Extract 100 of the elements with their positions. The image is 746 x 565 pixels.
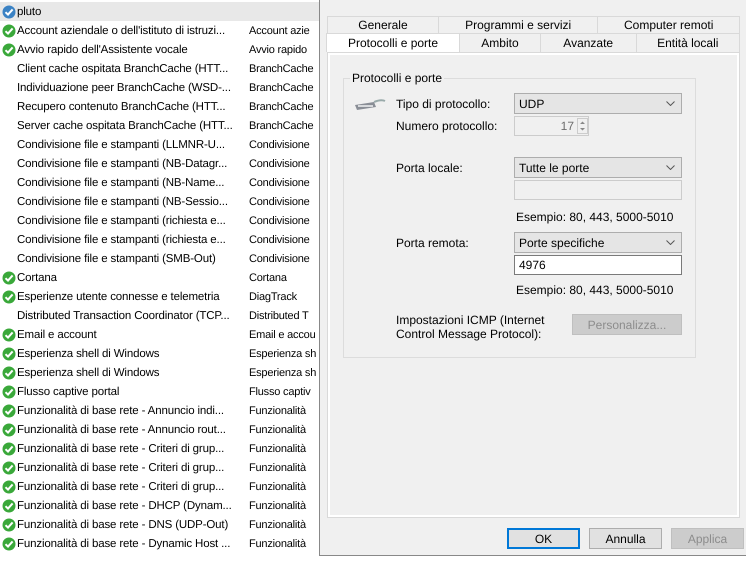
tab[interactable]: Entità locali: [636, 33, 740, 52]
rule-group: Condivisione: [249, 158, 310, 170]
rule-row[interactable]: Funzionalità di base rete - DNS (UDP-Out) Funzionalità: [0, 515, 320, 534]
network-cable-icon: [354, 96, 386, 110]
rule-row[interactable]: Funzionalità di base rete - Annuncio indi... Funzionalità: [0, 401, 320, 420]
rule-group: Condivisione: [249, 252, 310, 264]
rule-group: Condivisione: [249, 138, 310, 150]
field-label: Tipo di protocollo:: [396, 96, 492, 110]
rule-row[interactable]: Funzionalità di base rete - Annuncio rout... Funzionalità: [0, 420, 320, 439]
tab[interactable]: Computer remoti: [597, 16, 740, 33]
rule-name: Funzionalità di base rete - Annuncio rout...: [17, 424, 227, 436]
rule-name: Funzionalità di base rete - DHCP (Dynam...: [17, 500, 233, 512]
rule-group: Distributed T: [249, 310, 309, 322]
rule-row[interactable]: Funzionalità di base rete - Criteri di grup... Funzionalità: [0, 439, 320, 458]
rule-name: Esperienza shell di Windows: [17, 366, 160, 378]
rule-name: Funzionalità di base rete - Criteri di grup...: [17, 462, 226, 474]
rule-row[interactable]: Avvio rapido dell'Assistente vocale Avvio rapido: [0, 40, 320, 59]
rule-group: Avvio rapido: [249, 44, 307, 56]
rule-name: Individuazione peer BranchCache (WSD-...: [17, 82, 232, 94]
dialog-button[interactable]: OK: [507, 528, 580, 549]
rule-name: Funzionalità di base rete - Dynamic Host ...: [17, 538, 232, 550]
field-label: Porta locale:: [396, 160, 464, 174]
remote-port-field[interactable]: 4976: [514, 255, 682, 275]
rule-group: Esperienza sh: [249, 366, 316, 378]
rule-name: Cortana: [17, 272, 58, 284]
rule-group: Funzionalità: [249, 480, 306, 492]
group-title: Protocolli e porte: [351, 71, 444, 85]
rule-group: Flusso captiv: [249, 386, 311, 398]
port-hint: Esempio: 80, 443, 5000-5010: [515, 210, 674, 224]
rule-name: Condivisione file e stampanti (LLMNR-U...: [17, 138, 226, 150]
rule-group: Funzionalità: [249, 462, 306, 474]
rule-row[interactable]: Server cache ospitata BranchCache (HTT... BranchCache: [0, 116, 320, 135]
rule-row[interactable]: Account aziendale o dell'istituto di istruzi... Account azie: [0, 21, 320, 40]
rule-name: Avvio rapido dell'Assistente vocale: [17, 44, 189, 56]
remote-port-dropdown[interactable]: Porte specifiche: [514, 232, 682, 253]
field-label: Numero protocollo:: [396, 119, 498, 133]
rule-row[interactable]: Email e account Email e accou: [0, 325, 320, 344]
tab[interactable]: Protocolli e porte: [326, 33, 460, 52]
rule-row[interactable]: Distributed Transaction Coordinator (TCP... Distributed T: [0, 306, 320, 325]
rule-group: Condivisione: [249, 234, 310, 246]
rule-name: Funzionalità di base rete - Criteri di grup...: [17, 442, 226, 454]
port-hint: Esempio: 80, 443, 5000-5010: [515, 283, 674, 297]
rule-row[interactable]: Esperienze utente connesse e telemetria DiagTrack: [0, 287, 320, 306]
rule-name: Funzionalità di base rete - Annuncio indi...: [17, 404, 225, 416]
rule-group: Funzionalità: [249, 424, 306, 436]
field-label: Porta remota:: [396, 236, 470, 250]
rule-row[interactable]: Flusso captive portal Flusso captiv: [0, 382, 320, 401]
rule-group: Account azie: [249, 24, 310, 36]
rule-name: Condivisione file e stampanti (NB-Name...: [17, 176, 226, 188]
rule-name: Account aziendale o dell'istituto di istruzi...: [17, 24, 226, 36]
rule-row[interactable]: Recupero contenuto BranchCache (HTT... BranchCache: [0, 97, 320, 116]
rule-group: Funzionalità: [249, 538, 306, 550]
rule-row[interactable]: Condivisione file e stampanti (NB-Datagr... Condivisione: [0, 154, 320, 173]
rule-name: Condivisione file e stampanti (NB-Sessio...: [17, 196, 229, 208]
rule-name: Recupero contenuto BranchCache (HTT...: [17, 100, 226, 112]
rule-name: Condivisione file e stampanti (SMB-Out): [17, 252, 217, 264]
dialog-button[interactable]: Annulla: [589, 528, 662, 549]
rule-name: Client cache ospitata BranchCache (HTT...: [17, 62, 230, 74]
rule-row[interactable]: Funzionalità di base rete - Dynamic Host ... Funzionalità: [0, 534, 320, 553]
check-icon: [2, 4, 16, 18]
rule-row[interactable]: Client cache ospitata BranchCache (HTT... BranchCache: [0, 59, 320, 78]
rule-row[interactable]: Individuazione peer BranchCache (WSD-... BranchCache: [0, 78, 320, 97]
rule-group: BranchCache: [249, 62, 314, 74]
local-port-dropdown[interactable]: Tutte le porte: [514, 157, 682, 178]
rule-row[interactable]: Funzionalità di base rete - Criteri di grup... Funzionalità: [0, 458, 320, 477]
rule-group: Cortana: [249, 272, 287, 284]
rule-row[interactable]: Funzionalità di base rete - DHCP (Dynam... Funzionalità: [0, 496, 320, 515]
rule-row[interactable]: Condivisione file e stampanti (NB-Name... Condivisione: [0, 173, 320, 192]
rule-row[interactable]: Condivisione file e stampanti (richiesta e... Condivisione: [0, 211, 320, 230]
caret-icon: [666, 165, 675, 170]
rule-row[interactable]: Funzionalità di base rete - Criteri di grup... Funzionalità: [0, 477, 320, 496]
rule-name: Condivisione file e stampanti (NB-Datagr...: [17, 158, 228, 170]
rule-name: Funzionalità di base rete - DNS (UDP-Out): [17, 518, 230, 530]
rule-group: Condivisione: [249, 176, 310, 188]
rule-row[interactable]: Condivisione file e stampanti (LLMNR-U... Condivisione: [0, 135, 320, 154]
protocol-dropdown[interactable]: UDP: [514, 93, 682, 114]
rule-group: Funzionalità: [249, 404, 306, 416]
rule-row[interactable]: Condivisione file e stampanti (richiesta e... Condivisione: [0, 230, 320, 249]
rule-row[interactable]: Esperienza shell di Windows Esperienza sh: [0, 363, 320, 382]
tab[interactable]: Programmi e servizi: [438, 16, 598, 33]
rule-name: Condivisione file e stampanti (richiesta e...: [17, 234, 227, 246]
rule-group: BranchCache: [249, 120, 314, 132]
tab[interactable]: Generale: [327, 16, 439, 33]
rule-row[interactable]: Condivisione file e stampanti (NB-Sessio... Condivisione: [0, 192, 320, 211]
rule-name: Email e account: [17, 328, 98, 340]
rule-group: Funzionalità: [249, 518, 306, 530]
rule-name: Esperienze utente connesse e telemetria: [17, 290, 221, 302]
rule-group: Funzionalità: [249, 442, 306, 454]
rule-group: Condivisione: [249, 196, 310, 208]
rule-row[interactable]: Condivisione file e stampanti (SMB-Out) Condivisione: [0, 249, 320, 268]
rule-group: DiagTrack: [249, 290, 297, 302]
rule-row[interactable]: Esperienza shell di Windows Esperienza sh: [0, 344, 320, 363]
rule-row[interactable]: pluto: [0, 2, 320, 21]
rule-group: BranchCache: [249, 100, 314, 112]
rule-group: Esperienza sh: [249, 348, 316, 360]
rule-name: Distributed Transaction Coordinator (TCP...: [17, 310, 231, 322]
rule-name: Server cache ospitata BranchCache (HTT...: [17, 120, 234, 132]
rule-row[interactable]: Cortana Cortana: [0, 268, 320, 287]
rule-name: Funzionalità di base rete - Criteri di grup...: [17, 480, 226, 492]
rule-name: Esperienza shell di Windows: [17, 348, 160, 360]
